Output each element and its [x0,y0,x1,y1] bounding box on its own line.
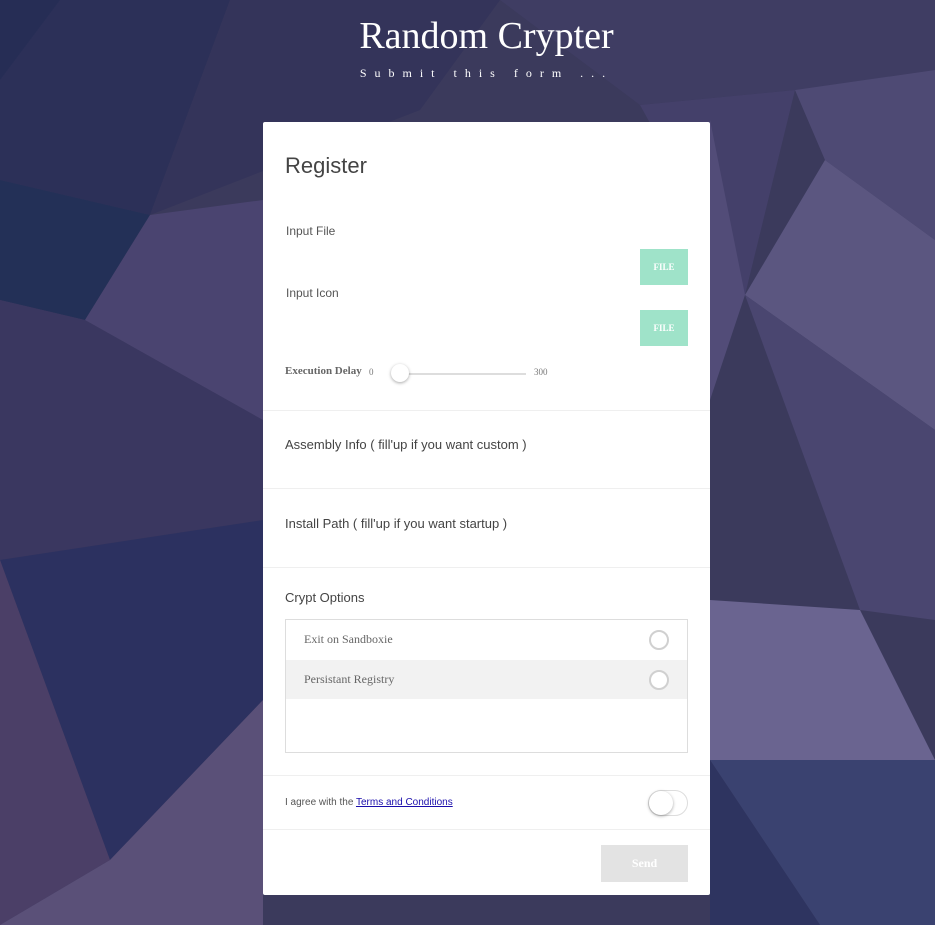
execution-delay-slider-handle[interactable] [391,364,409,382]
assembly-info-field[interactable]: Assembly Info ( fill'up if you want cust… [285,437,527,452]
input-icon-button[interactable]: FILE [640,310,688,346]
option-exit-on-sandboxie[interactable]: Exit on Sandboxie [286,620,687,659]
terms-toggle[interactable] [648,790,688,816]
form-title: Register [285,153,367,178]
divider [263,829,710,830]
execution-delay-label: Execution Delay [285,365,362,377]
divider [263,410,710,411]
execution-delay-track[interactable] [394,373,526,375]
toggle-knob [649,791,673,815]
execution-delay-min: 0 [369,367,374,377]
page-subtitle: Submit this form ... [359,66,614,80]
send-button[interactable]: Send [601,845,688,882]
option-radio[interactable] [649,670,669,690]
terms-link[interactable]: Terms and Conditions [356,797,453,808]
input-file-button[interactable]: FILE [640,249,688,285]
crypt-options-title: Crypt Options [285,590,365,605]
install-path-field[interactable]: Install Path ( fill'up if you want start… [285,516,507,531]
terms-prefix: I agree with the [285,797,356,808]
divider [263,775,710,776]
crypt-options-list: Exit on Sandboxie Persistant Registry [285,619,688,753]
page-title: Random Crypter [359,15,614,57]
input-icon-label: Input Icon [286,286,339,300]
divider [263,488,710,489]
option-persistant-registry[interactable]: Persistant Registry [286,660,687,699]
divider [263,567,710,568]
option-label: Exit on Sandboxie [304,632,393,646]
execution-delay-max: 300 [534,367,548,377]
register-card: Register Input File FILE Input Icon FILE… [263,122,710,895]
terms-agreement: I agree with the Terms and Conditions [285,797,453,808]
option-radio[interactable] [649,630,669,650]
option-label: Persistant Registry [304,672,395,686]
input-file-label: Input File [286,224,336,238]
